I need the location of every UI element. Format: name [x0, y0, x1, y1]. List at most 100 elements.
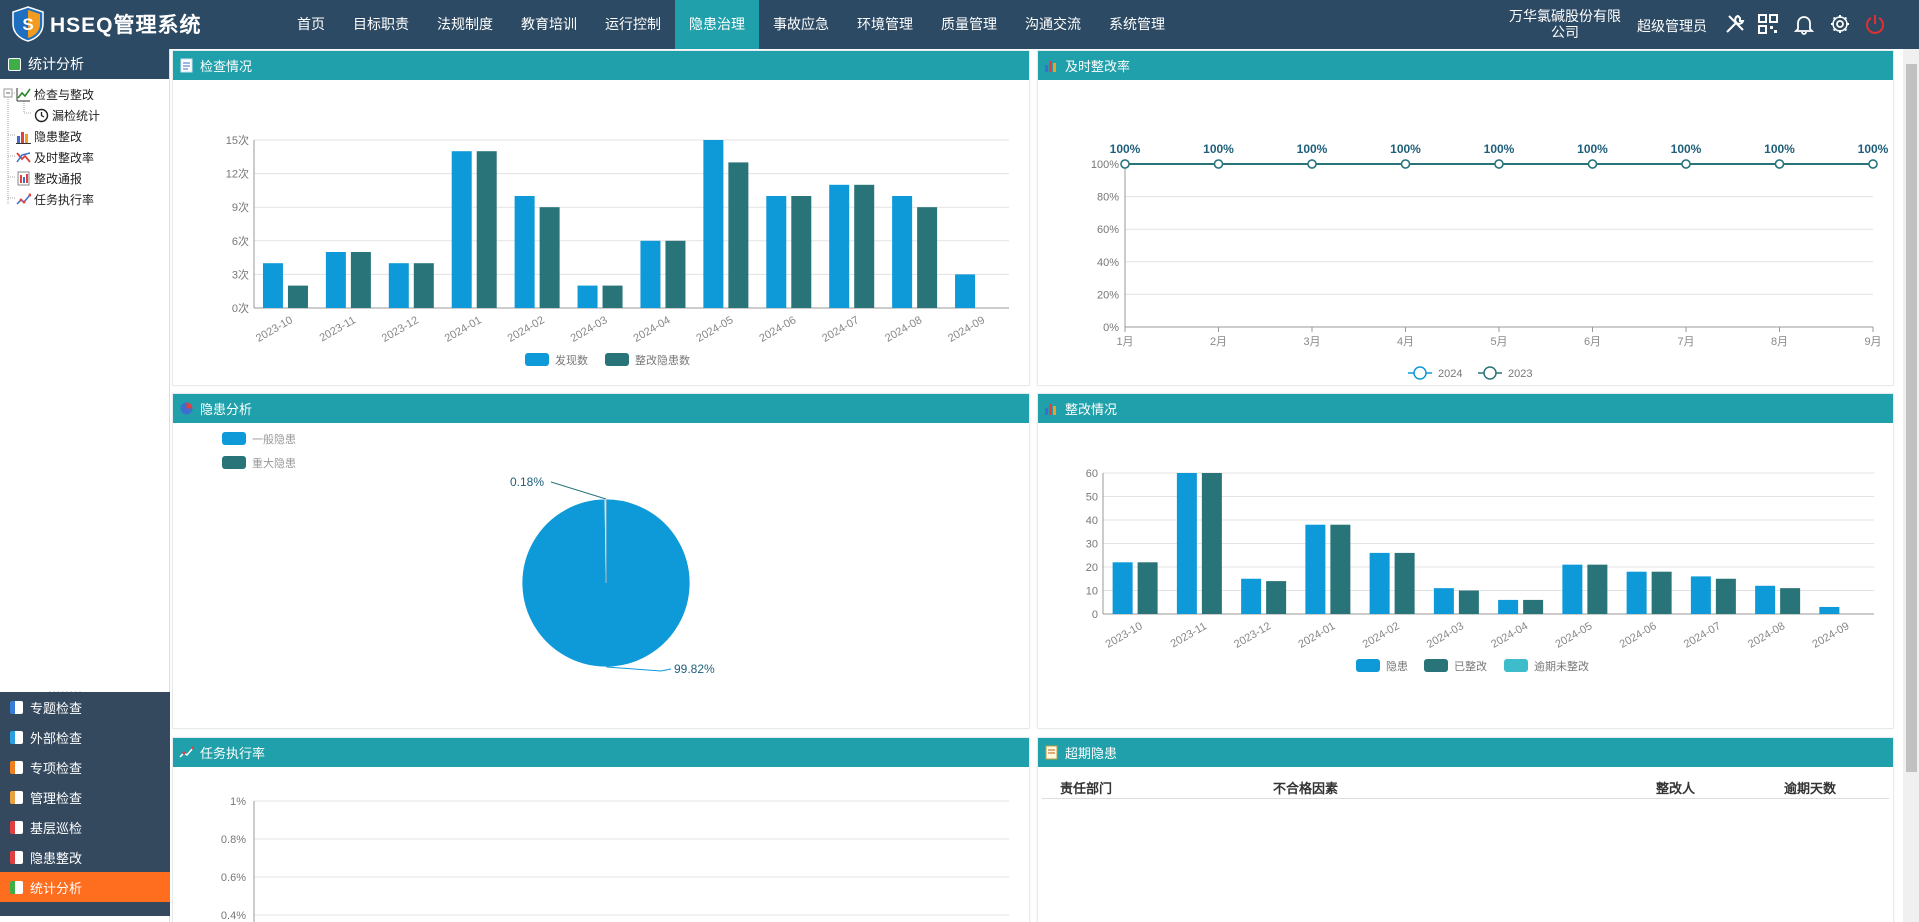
power-icon[interactable] — [1864, 13, 1886, 35]
y-tick-label: 0次 — [232, 301, 249, 315]
panel-overdue-hazards: 超期隐患 责任部门 不合格因素 整改人 逾期天数 — [1037, 737, 1894, 922]
x-tick-label: 9月 — [1864, 336, 1881, 348]
page-scrollbar[interactable] — [1903, 49, 1919, 922]
y-tick-label: 1% — [230, 796, 246, 808]
clock-icon — [34, 108, 49, 123]
tree-item-label: 漏检统计 — [52, 109, 101, 123]
bar-隐患 — [1562, 564, 1583, 614]
legend-swatch — [525, 353, 549, 366]
nav-item[interactable]: 教育培训 — [507, 0, 591, 49]
panel-title: 超期隐患 — [1065, 746, 1118, 761]
nav-item[interactable]: 首页 — [283, 0, 339, 49]
module-menu-item[interactable]: 隐患整改 — [0, 842, 170, 872]
legend-swatch — [605, 353, 629, 366]
tree-item-timely-rate[interactable]: 及时整改率 — [16, 149, 94, 166]
column-header[interactable]: 逾期天数 — [1784, 778, 1836, 797]
legend-label: 2024 — [1438, 368, 1462, 380]
legend-label: 2023 — [1508, 368, 1532, 380]
bar-整改隐患数 — [350, 252, 371, 308]
bar-已整改 — [1458, 590, 1479, 614]
module-menu-item[interactable]: 统计分析 — [0, 872, 170, 902]
column-header[interactable]: 责任部门 — [1060, 778, 1112, 797]
bar-隐患 — [1626, 571, 1647, 614]
nav-item[interactable]: 目标职责 — [339, 0, 423, 49]
qrcode-icon[interactable] — [1757, 13, 1779, 35]
bar-整改隐患数 — [728, 162, 749, 308]
y-tick-label: 30 — [1086, 539, 1098, 551]
nav-item[interactable]: 系统管理 — [1095, 0, 1179, 49]
data-label: 100% — [1858, 142, 1889, 156]
inspection-bar-chart: 0次 3次 6次 9次 12次 15次 2023-10 2023-11 2023-12 2024-… — [226, 133, 1009, 367]
column-header[interactable]: 整改人 — [1656, 778, 1695, 797]
x-tick-label: 2024-08 — [883, 314, 924, 345]
nav-item[interactable]: 环境管理 — [843, 0, 927, 49]
module-menu-item[interactable]: 外部检查 — [0, 722, 170, 752]
legend-label: 重大隐患 — [252, 456, 296, 470]
nav-item[interactable]: 法规制度 — [423, 0, 507, 49]
bar-已整改 — [1651, 571, 1672, 614]
data-label: 100% — [1203, 142, 1234, 156]
tree-item-task-rate[interactable]: 任务执行率 — [16, 191, 94, 208]
bar-发现数 — [451, 151, 472, 308]
legend-label: 整改隐患数 — [635, 353, 690, 367]
tree-item-missed-stats[interactable]: 漏检统计 — [34, 107, 100, 124]
module-menu-item[interactable]: 专题检查 — [0, 692, 170, 722]
gear-icon[interactable] — [1829, 13, 1851, 35]
y-tick-label: 80% — [1097, 192, 1119, 204]
module-label: 隐患整改 — [30, 850, 83, 866]
module-menu-item[interactable]: 管理检查 — [0, 782, 170, 812]
nav-item[interactable]: 沟通交流 — [1011, 0, 1095, 49]
svg-text:S: S — [22, 15, 33, 34]
x-tick-label: 2024-07 — [1682, 620, 1723, 651]
module-label: 专项检查 — [30, 760, 83, 776]
data-label: 100% — [1671, 142, 1702, 156]
x-tick-label: 2024-04 — [631, 314, 672, 345]
column-header[interactable]: 不合格因素 — [1273, 778, 1338, 797]
bar-发现数 — [514, 196, 535, 308]
bar-整改隐患数 — [854, 184, 875, 308]
module-menu-item[interactable]: 基层巡检 — [0, 812, 170, 842]
bar-发现数 — [766, 196, 787, 308]
x-tick-label: 2024-06 — [1618, 620, 1659, 651]
tree-item-hazard-rectify[interactable]: 隐患整改 — [16, 128, 82, 145]
tools-icon[interactable] — [1724, 13, 1746, 35]
module-icon — [10, 760, 23, 774]
bell-icon[interactable] — [1793, 13, 1815, 35]
module-menu-item[interactable]: 专项检查 — [0, 752, 170, 782]
pie-chart-icon — [180, 402, 193, 415]
top-bar: S HSEQ管理系统 首页 目标职责 法规制度 教育培训 运行控制 隐患治理 事故应急 环境管… — [0, 0, 1919, 49]
data-point — [1587, 159, 1598, 169]
user-name[interactable]: 超级管理员 — [1637, 16, 1707, 36]
x-tick-label: 2023-12 — [380, 314, 421, 345]
legend-swatch — [1504, 659, 1528, 672]
tree-item-inspection-rectify[interactable]: 检查与整改 — [16, 86, 94, 103]
module-label: 专题检查 — [30, 700, 83, 716]
nav-item[interactable]: 运行控制 — [591, 0, 675, 49]
nav-item[interactable]: 质量管理 — [927, 0, 1011, 49]
nav-item[interactable]: 隐患治理 — [675, 0, 759, 49]
x-tick-label: 2023-11 — [318, 314, 358, 344]
document-icon — [180, 58, 193, 73]
bar-整改隐患数 — [476, 151, 497, 308]
bar-发现数 — [829, 184, 850, 308]
y-tick-label: 60% — [1097, 224, 1119, 236]
data-point — [1681, 159, 1691, 169]
x-tick-label: 3月 — [1303, 336, 1320, 348]
tree-item-label: 整改通报 — [34, 172, 83, 186]
tree-item-notice[interactable]: 整改通报 — [16, 170, 82, 187]
module-label: 外部检查 — [30, 730, 83, 746]
x-tick-label: 2023-10 — [1104, 620, 1145, 651]
legend-label: 隐患 — [1386, 660, 1408, 673]
nav-item[interactable]: 事故应急 — [759, 0, 843, 49]
bar-隐患 — [1305, 524, 1326, 614]
y-tick-label: 10 — [1086, 586, 1098, 598]
x-tick-label: 2023-12 — [1232, 620, 1273, 651]
bar-隐患 — [1176, 473, 1197, 614]
x-tick-label: 2024-07 — [820, 314, 861, 345]
bar-整改隐患数 — [602, 285, 623, 308]
scrollbar-thumb[interactable] — [1906, 64, 1917, 772]
legend-swatch — [1424, 659, 1448, 672]
app-logo[interactable]: S HSEQ管理系统 — [10, 6, 210, 42]
x-tick-label: 2024-03 — [1425, 620, 1466, 651]
panel-hazard-analysis: 隐患分析 一般隐患 重大隐患 99.82% 0.18% — [172, 393, 1030, 729]
